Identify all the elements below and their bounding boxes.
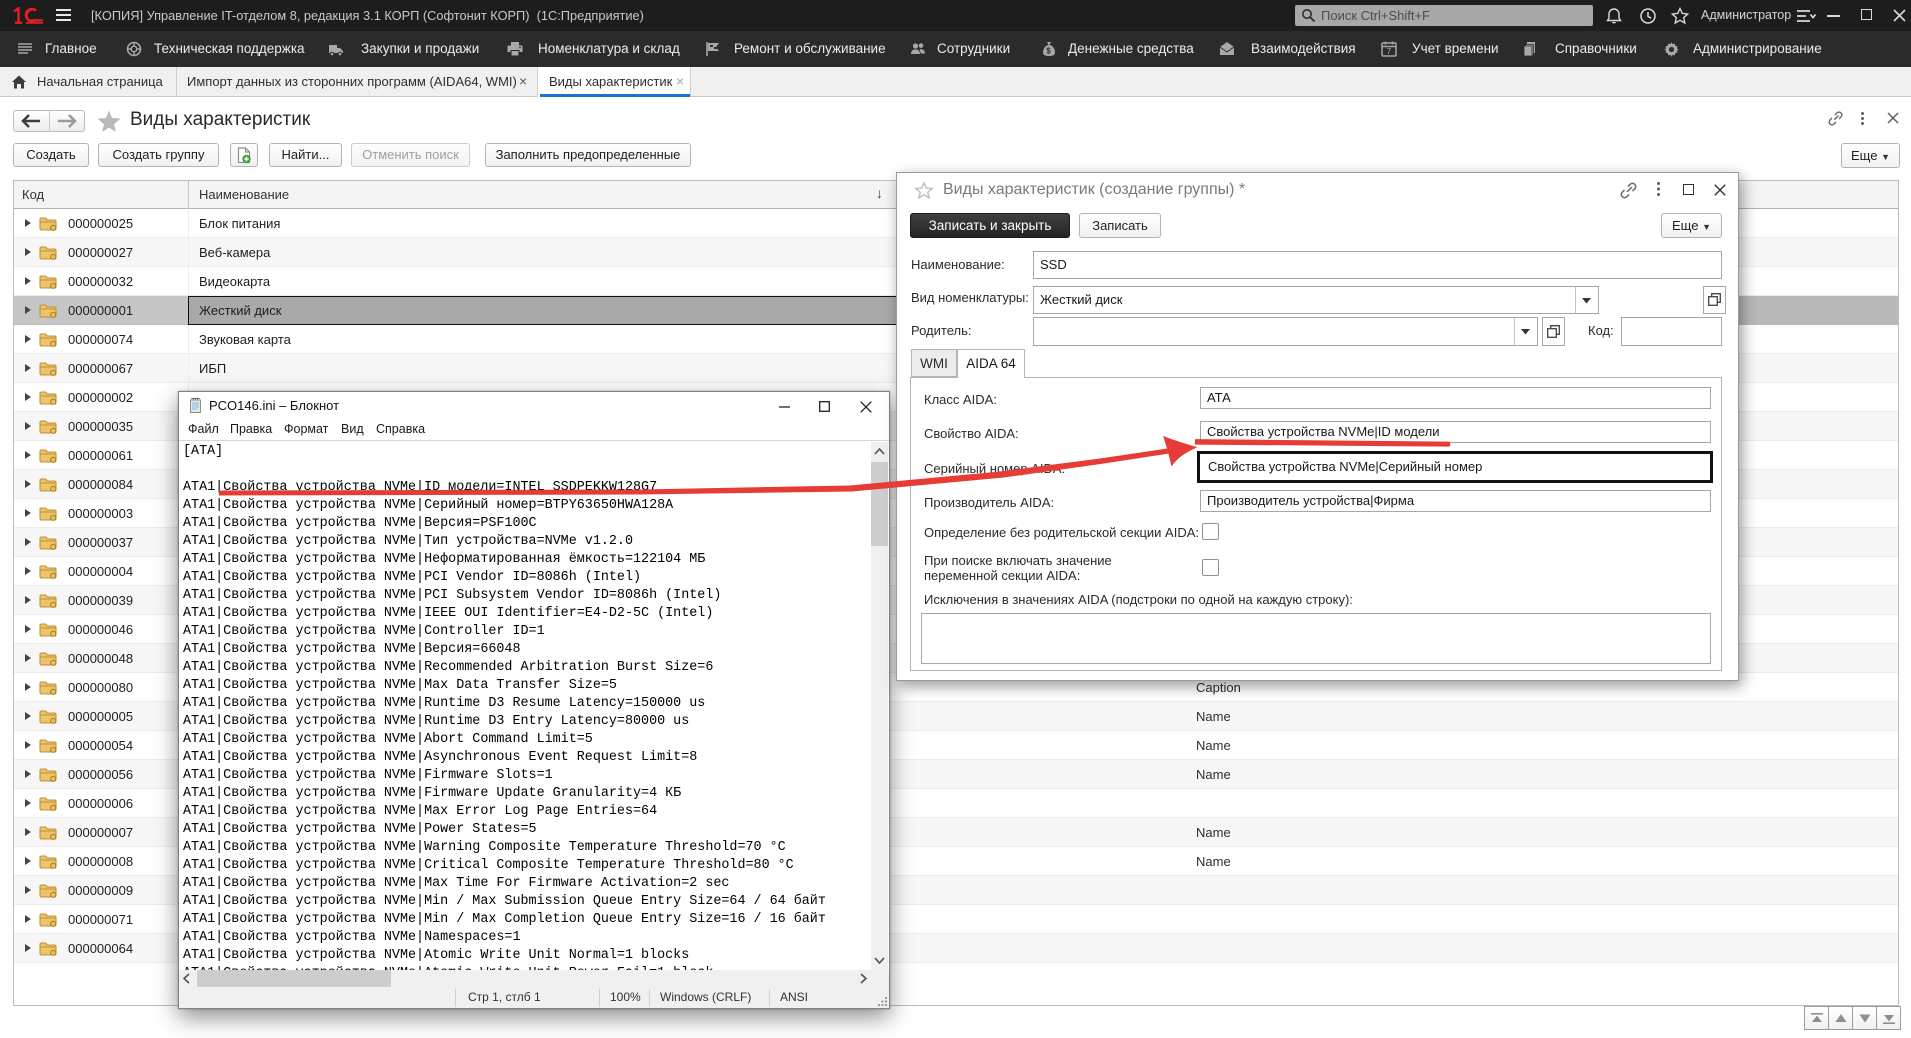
svg-text:7: 7 xyxy=(1387,46,1392,56)
svg-text:$: $ xyxy=(1046,47,1051,56)
